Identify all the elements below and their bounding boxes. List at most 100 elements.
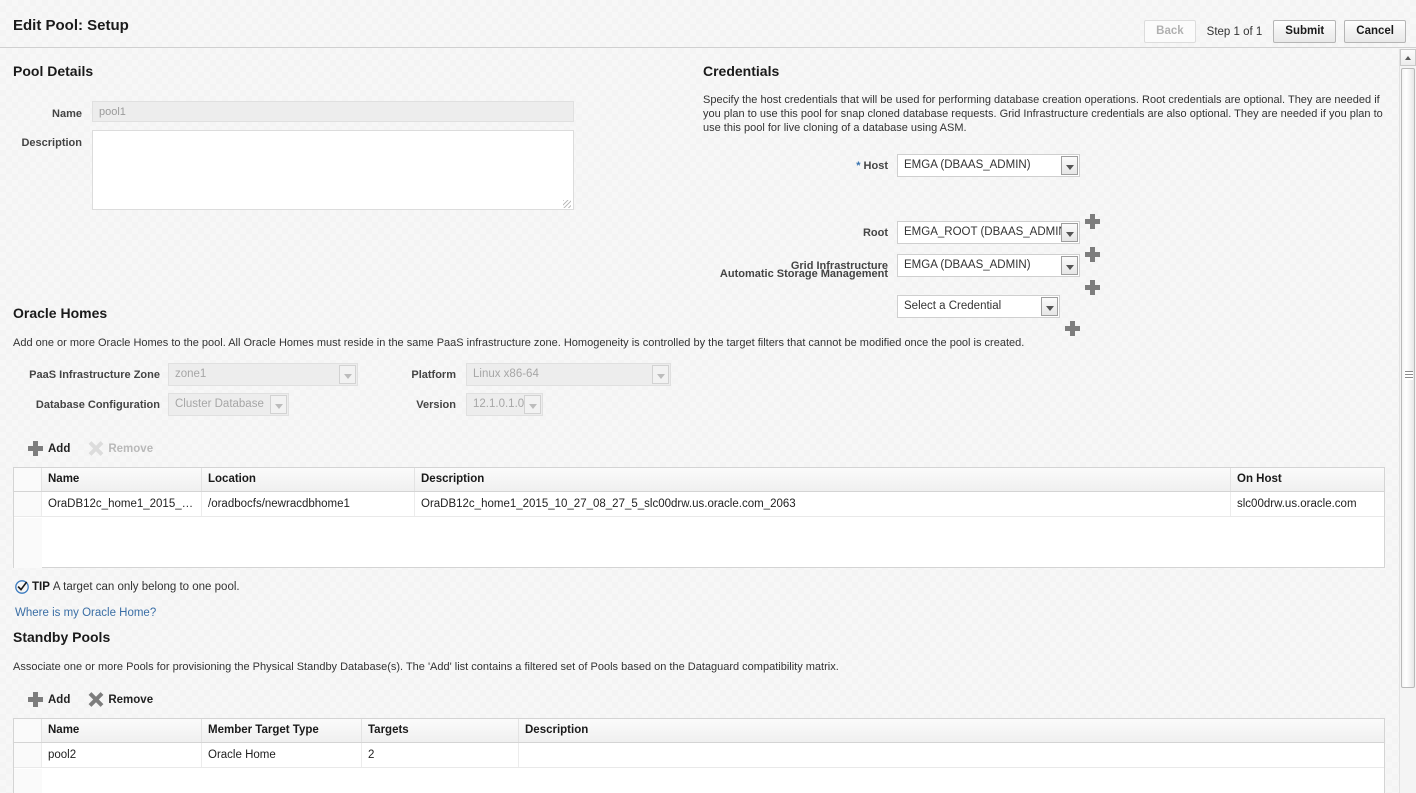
header-action-bar: Back Step 1 of 1 Submit Cancel (1144, 20, 1406, 43)
oracle-homes-remove-button[interactable]: Remove (88, 441, 153, 456)
plus-icon (28, 692, 43, 707)
grid-infrastructure-credential-select[interactable]: EMGA (DBAAS_ADMIN) (897, 254, 1080, 277)
where-is-my-oracle-home-link[interactable]: Where is my Oracle Home? (15, 607, 156, 619)
select-all-cell[interactable] (14, 468, 42, 491)
oracle-homes-description: Add one or more Oracle Homes to the pool… (13, 337, 1025, 349)
add-grid-infrastructure-credential-icon[interactable] (1085, 280, 1100, 295)
chevron-up-icon (1405, 56, 1411, 60)
database-configuration-select[interactable]: Cluster Database (168, 393, 289, 416)
chevron-down-icon[interactable] (652, 365, 669, 384)
asm-credential-select[interactable]: Select a Credential (897, 295, 1060, 318)
chevron-down-icon[interactable] (1041, 297, 1058, 316)
form-scroll-area: Pool Details Name pool1 Description Cred… (0, 49, 1390, 793)
scroll-up-button[interactable] (1400, 49, 1416, 66)
cell-targets: 2 (362, 743, 519, 767)
column-header-name[interactable]: Name (42, 468, 202, 491)
description-label: Description (21, 137, 82, 149)
pool-details-heading: Pool Details (13, 63, 94, 79)
cell-name: pool2 (42, 743, 202, 767)
vertical-scrollbar[interactable] (1399, 49, 1416, 793)
standby-pools-add-button[interactable]: Add (28, 692, 70, 707)
column-header-targets[interactable]: Targets (362, 719, 519, 742)
host-label: * Host (856, 160, 888, 172)
cell-description (519, 743, 1384, 767)
oracle-homes-table: Name Location Description On Host OraDB1… (13, 467, 1385, 568)
column-header-description[interactable]: Description (415, 468, 1231, 491)
version-select[interactable]: 12.1.0.1.0 (466, 393, 543, 416)
standby-pools-toolbar: Add Remove (28, 692, 171, 707)
description-textarea[interactable] (92, 130, 574, 210)
host-credential-value: EMGA (DBAAS_ADMIN) (904, 159, 1031, 171)
name-label: Name (52, 108, 82, 120)
version-label: Version (416, 399, 456, 411)
page-header: Edit Pool: Setup Back Step 1 of 1 Submit… (0, 0, 1416, 48)
cell-member-target-type: Oracle Home (202, 743, 362, 767)
paas-zone-select[interactable]: zone1 (168, 363, 358, 386)
grid-infrastructure-credential-value: EMGA (DBAAS_ADMIN) (904, 259, 1031, 271)
column-header-member-target-type[interactable]: Member Target Type (202, 719, 362, 742)
table-empty-filler (14, 518, 42, 568)
plus-icon (28, 441, 43, 456)
table-row[interactable]: pool2 Oracle Home 2 (14, 743, 1384, 768)
column-header-on-host[interactable]: On Host (1231, 468, 1384, 491)
select-all-cell[interactable] (14, 719, 42, 742)
cell-name: OraDB12c_home1_2015_10... (42, 492, 202, 516)
oracle-homes-add-button[interactable]: Add (28, 441, 70, 456)
database-configuration-label: Database Configuration (35, 399, 160, 411)
step-indicator: Step 1 of 1 (1206, 25, 1263, 38)
paas-zone-label: PaaS Infrastructure Zone (29, 369, 160, 381)
row-select-cell[interactable] (14, 492, 42, 516)
root-credential-select[interactable]: EMGA_ROOT (DBAAS_ADMIN) (897, 221, 1080, 244)
column-header-location[interactable]: Location (202, 468, 415, 491)
standby-pools-description: Associate one or more Pools for provisio… (13, 661, 839, 673)
chevron-down-icon[interactable] (1061, 223, 1078, 242)
standby-pools-table: Name Member Target Type Targets Descript… (13, 718, 1385, 793)
close-icon (88, 692, 103, 707)
close-icon (88, 441, 103, 456)
tip-check-icon (15, 580, 29, 594)
platform-label: Platform (411, 369, 456, 381)
page-title: Edit Pool: Setup (13, 17, 129, 34)
asm-label: Automatic Storage Management (719, 268, 888, 280)
scrollbar-thumb[interactable] (1401, 68, 1415, 688)
resize-grip-icon[interactable] (563, 200, 571, 208)
cell-location: /oradbocfs/newracdbhome1 (202, 492, 415, 516)
submit-button[interactable]: Submit (1273, 20, 1337, 43)
cell-description: OraDB12c_home1_2015_10_27_08_27_5_slc00d… (415, 492, 1231, 516)
paas-zone-value: zone1 (175, 368, 207, 380)
platform-value: Linux x86-64 (473, 368, 539, 380)
add-root-credential-icon[interactable] (1085, 247, 1100, 262)
column-header-description[interactable]: Description (519, 719, 1384, 742)
name-input[interactable]: pool1 (92, 101, 574, 122)
chevron-down-icon[interactable] (1061, 156, 1078, 175)
required-indicator-icon: * (856, 160, 861, 172)
scrollbar-grip-icon (1405, 371, 1413, 380)
chevron-down-icon[interactable] (1061, 256, 1078, 275)
standby-pools-heading: Standby Pools (13, 629, 111, 645)
table-header-row: Name Location Description On Host (14, 468, 1384, 492)
add-host-credential-icon[interactable] (1085, 214, 1100, 229)
cell-on-host: slc00drw.us.oracle.com (1237, 498, 1357, 510)
database-configuration-value: Cluster Database (175, 398, 264, 410)
table-empty-filler (14, 769, 42, 793)
table-header-row: Name Member Target Type Targets Descript… (14, 719, 1384, 743)
version-value: 12.1.0.1.0 (473, 398, 524, 410)
row-select-cell[interactable] (14, 743, 42, 767)
table-row[interactable]: OraDB12c_home1_2015_10... /oradbocfs/new… (14, 492, 1384, 517)
credentials-description: Specify the host credentials that will b… (703, 94, 1383, 134)
tip-row: TIP A target can only belong to one pool… (15, 580, 240, 594)
standby-pools-remove-button[interactable]: Remove (88, 692, 153, 707)
tip-word: TIP (32, 581, 50, 593)
asm-credential-value: Select a Credential (904, 300, 1002, 312)
platform-select[interactable]: Linux x86-64 (466, 363, 671, 386)
chevron-down-icon[interactable] (270, 395, 287, 414)
column-header-name[interactable]: Name (42, 719, 202, 742)
tip-text: A target can only belong to one pool. (52, 581, 240, 593)
chevron-down-icon[interactable] (524, 395, 541, 414)
add-asm-credential-icon[interactable] (1065, 321, 1080, 336)
root-credential-value: EMGA_ROOT (DBAAS_ADMIN) (904, 226, 1061, 238)
host-credential-select[interactable]: EMGA (DBAAS_ADMIN) (897, 154, 1080, 177)
cancel-button[interactable]: Cancel (1344, 20, 1406, 43)
credentials-heading: Credentials (703, 63, 780, 79)
back-button[interactable]: Back (1144, 20, 1196, 43)
